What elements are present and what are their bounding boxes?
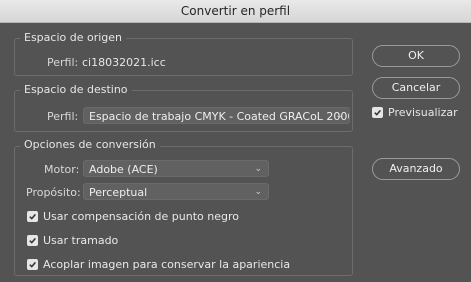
engine-value: Adobe (ACE) [89, 163, 158, 176]
dest-profile-value: Espacio de trabajo CMYK - Coated GRACoL … [89, 110, 350, 123]
dest-profile-select[interactable]: Espacio de trabajo CMYK - Coated GRACoL … [83, 107, 350, 124]
preview-label: Previsualizar [388, 106, 458, 119]
chevron-down-icon: ⌄ [254, 187, 262, 197]
dither-label: Usar tramado [43, 234, 119, 247]
black-point-label: Usar compensación de punto negro [43, 210, 239, 223]
source-space-title: Espacio de origen [20, 31, 127, 44]
source-profile-label: Perfil: [47, 56, 79, 69]
intent-value: Perceptual [89, 186, 148, 199]
convert-profile-dialog: Convertir en perfil Espacio de origen Pe… [0, 0, 471, 282]
window-title: Convertir en perfil [0, 0, 471, 23]
intent-select[interactable]: Perceptual ⌄ [83, 183, 269, 200]
conversion-options-title: Opciones de conversión [20, 138, 160, 151]
chevron-down-icon: ⌄ [254, 164, 262, 174]
flatten-label: Acoplar imagen para conservar la aparien… [43, 258, 291, 271]
chevron-down-icon: ⌄ [335, 111, 343, 121]
cancel-button[interactable]: Cancelar [372, 77, 460, 99]
checkmark-icon [27, 235, 38, 246]
ok-button[interactable]: OK [372, 45, 460, 67]
checkmark-icon [27, 211, 38, 222]
engine-label: Motor: [44, 163, 80, 176]
engine-select[interactable]: Adobe (ACE) ⌄ [83, 160, 269, 177]
black-point-checkbox[interactable]: Usar compensación de punto negro [27, 210, 239, 223]
checkmark-icon [372, 107, 383, 118]
dither-checkbox[interactable]: Usar tramado [27, 234, 118, 247]
intent-label: Propósito: [26, 186, 81, 199]
checkmark-icon [27, 259, 38, 270]
flatten-checkbox[interactable]: Acoplar imagen para conservar la aparien… [27, 258, 290, 271]
dest-profile-label: Perfil: [47, 110, 79, 123]
preview-checkbox[interactable]: Previsualizar [372, 106, 458, 119]
dest-space-title: Espacio de destino [20, 83, 132, 96]
advanced-button[interactable]: Avanzado [372, 158, 460, 180]
source-profile-value: ci18032021.icc [82, 56, 166, 69]
